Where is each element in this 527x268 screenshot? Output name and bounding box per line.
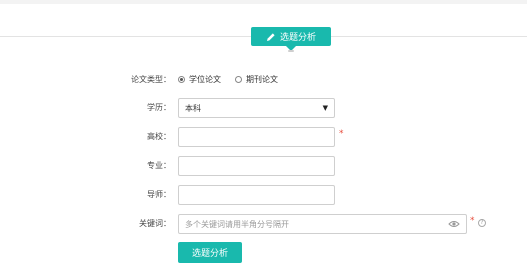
paper-type-label: 论文类型： xyxy=(131,75,171,84)
school-input[interactable] xyxy=(178,127,335,147)
advisor-input[interactable] xyxy=(178,185,335,205)
keywords-placeholder: 多个关键词请用半角分号隔开 xyxy=(185,219,289,229)
degree-selected-value: 本科 xyxy=(185,103,201,113)
section-title: 选题分析 xyxy=(279,33,316,43)
keywords-input[interactable]: 多个关键词请用半角分号隔开 xyxy=(178,214,467,234)
analyze-topic-button[interactable]: 选题分析 xyxy=(178,242,242,263)
title-underline-mark xyxy=(288,50,294,52)
top-bar xyxy=(0,0,527,4)
radio-option-label: 学位论文 xyxy=(189,75,221,84)
advisor-label: 导师： xyxy=(147,190,171,199)
keywords-label: 关键词： xyxy=(139,219,171,228)
radio-option-degree-thesis[interactable]: 学位论文 xyxy=(178,74,221,85)
degree-label: 学历： xyxy=(147,103,171,112)
radio-button[interactable] xyxy=(235,76,242,83)
radio-button-checked[interactable] xyxy=(178,76,185,83)
radio-option-label: 期刊论文 xyxy=(246,75,278,84)
eye-icon[interactable] xyxy=(448,220,460,228)
required-mark: * xyxy=(470,216,475,226)
degree-select[interactable]: 本科 ▼ xyxy=(178,98,335,118)
major-label: 专业： xyxy=(147,161,171,170)
help-icon[interactable]: ? xyxy=(478,219,486,227)
pencil-icon xyxy=(266,32,275,41)
major-input[interactable] xyxy=(178,156,335,176)
dropdown-caret-icon: ▼ xyxy=(322,104,328,112)
school-label: 高校： xyxy=(147,132,171,141)
radio-option-journal-paper[interactable]: 期刊论文 xyxy=(235,74,278,85)
paper-type-radio-group: 学位论文 期刊论文 xyxy=(178,74,286,85)
section-title-badge: 选题分析 xyxy=(251,27,331,51)
required-mark: * xyxy=(339,129,344,139)
